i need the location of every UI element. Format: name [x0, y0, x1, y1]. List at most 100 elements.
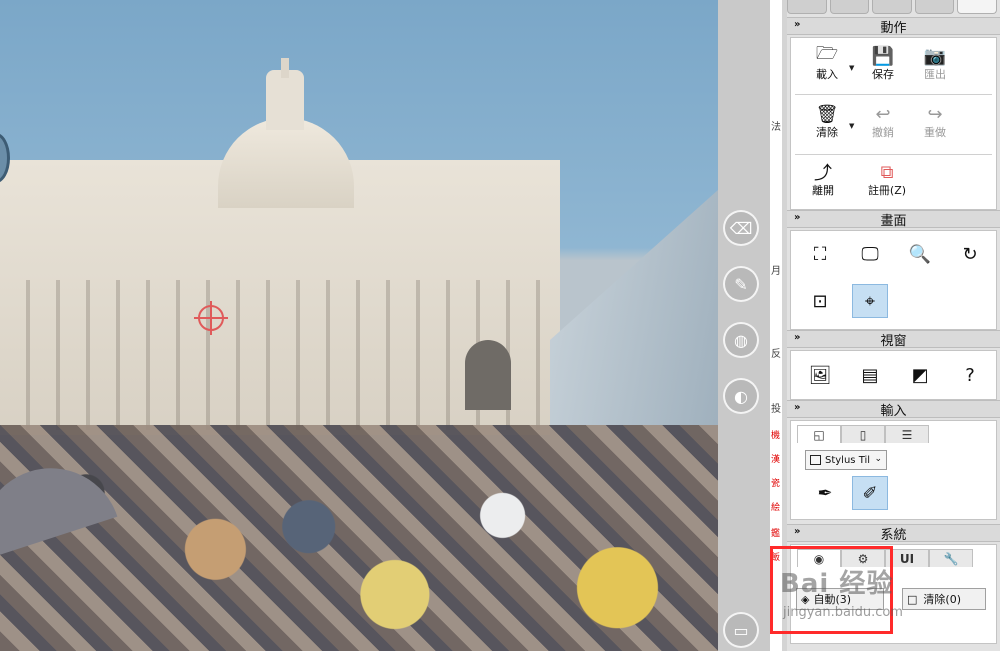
register-label: 註冊(Z)	[867, 184, 907, 197]
undo-label: 撤銷	[872, 126, 894, 139]
crosshair-cursor-icon	[194, 301, 228, 335]
top-tab[interactable]	[787, 0, 827, 14]
top-tab[interactable]	[914, 0, 955, 14]
fit-screen-icon[interactable]: ⛶	[802, 237, 838, 271]
clear-button[interactable]: 🗑 清除	[804, 102, 850, 146]
load-button[interactable]: 🗁 載入	[804, 43, 850, 88]
redo-label: 重做	[924, 126, 946, 139]
redo-arrow-icon: ↪	[927, 103, 943, 125]
clear-label: 清除	[816, 126, 838, 139]
window-section: 🖼 ▤ ◩ ?	[790, 350, 997, 400]
magnifier-icon[interactable]: 🔍	[902, 237, 938, 271]
canvas-tool-strip: ⌫ ✎ ◍ ◐ ▭	[718, 0, 770, 651]
side-red-char: 鑑	[771, 529, 781, 539]
frame-tool-icon[interactable]: ▭	[723, 612, 759, 648]
section-title: 視窗	[880, 333, 907, 349]
arch-doorway	[465, 340, 511, 410]
rotate-icon[interactable]: ↻	[952, 237, 988, 271]
pen-tilt-icon[interactable]: ✐	[852, 476, 888, 510]
section-header-system[interactable]: » 系統	[787, 524, 1000, 543]
tab-list[interactable]: ☰	[885, 425, 929, 443]
actions-section: 🗁 載入 ▼ 💾 保存 📷 匯出 🗑 清除 ▼ ↩ 撤銷 ↪ 重做 ⤴ 離開 ⧉…	[790, 37, 997, 210]
photo-canvas[interactable]	[0, 0, 718, 651]
pen-tip-icon[interactable]: ✒	[807, 476, 843, 510]
collapse-chevron-icon[interactable]: »	[794, 212, 800, 223]
save-button[interactable]: 💾 保存	[860, 44, 906, 88]
section-title: 輸入	[880, 403, 907, 419]
side-red-char: 飯	[771, 553, 781, 563]
collapse-chevron-icon[interactable]: »	[794, 332, 800, 343]
section-header-actions[interactable]: » 動作	[787, 17, 1000, 36]
clear-dropdown-icon[interactable]: ▼	[849, 122, 854, 130]
tablet-icon: ◱	[813, 427, 825, 442]
section-title: 系統	[880, 527, 907, 543]
section-header-window[interactable]: » 視窗	[787, 330, 1000, 349]
section-header-screen[interactable]: » 畫面	[787, 210, 1000, 229]
system-clear-button[interactable]: □ 清除(0)	[902, 588, 986, 610]
control-panel: » 動作 🗁 載入 ▼ 💾 保存 📷 匯出 🗑 清除 ▼ ↩ 撤銷 ↪ 重做 ⤴…	[787, 0, 1000, 651]
wrench-icon: 🔧	[943, 551, 959, 566]
background-text-strip: 法 月 反 投 機 漢 瓷 絵 鑑 飯	[770, 0, 782, 651]
dome-lantern	[266, 70, 304, 130]
top-tab-active[interactable]	[957, 0, 997, 14]
system-clear-label: 清除(0)	[923, 593, 961, 606]
info-panel-icon[interactable]: ▤	[852, 358, 888, 392]
brush-tool-icon[interactable]: ✎	[723, 266, 759, 302]
input-tabs: ◱ ▯ ☰	[797, 425, 929, 443]
layers-icon: ◈	[801, 592, 810, 606]
screen-section: ⛶ 🖵 🔍 ↻ ⊡ ⌖	[790, 230, 997, 330]
tab-tools[interactable]: 🔧	[929, 549, 973, 567]
top-tab[interactable]	[829, 0, 870, 14]
tab-settings[interactable]: ⚙	[841, 549, 885, 567]
redo-button[interactable]: ↪ 重做	[912, 102, 958, 146]
exit-label: 離開	[812, 184, 834, 197]
tab-tablet[interactable]: ◱	[797, 425, 841, 443]
center-dot-icon[interactable]: ⊡	[802, 284, 838, 318]
auto-label: 自動(3)	[813, 593, 852, 606]
top-tab[interactable]	[872, 0, 912, 14]
collapse-chevron-icon[interactable]: »	[794, 402, 800, 413]
tab-ui[interactable]: UI	[885, 549, 929, 567]
gear-icon: ⚙	[857, 551, 869, 566]
section-header-input[interactable]: » 輸入	[787, 400, 1000, 419]
collapse-chevron-icon[interactable]: »	[794, 19, 800, 30]
image-view-icon[interactable]: 🖼	[802, 358, 838, 392]
trash-icon: 🗑	[815, 103, 839, 125]
hand-tool-icon[interactable]: ◐	[723, 378, 759, 414]
side-red-char: 漢	[771, 455, 781, 465]
gradient-icon[interactable]: ◩	[902, 358, 938, 392]
basilica-dome	[218, 118, 354, 208]
monitor-icon[interactable]: 🖵	[852, 237, 888, 271]
tablet-icon	[810, 455, 821, 465]
help-icon[interactable]: ?	[952, 358, 988, 392]
folder-open-icon: 🗁	[815, 43, 839, 64]
register-button[interactable]: ⧉ 註冊(Z)	[857, 160, 917, 204]
exit-icon: ⤴	[814, 163, 832, 184]
dome-cross	[281, 58, 289, 78]
undo-arrow-icon: ↩	[875, 103, 891, 125]
tab-general[interactable]: ◉	[797, 549, 841, 567]
target-crosshair-icon[interactable]: ⌖	[852, 284, 888, 318]
floppy-disk-icon: 💾	[871, 45, 895, 67]
divider	[795, 154, 992, 155]
collapse-chevron-icon[interactable]: »	[794, 526, 800, 537]
export-button[interactable]: 📷 匯出	[912, 44, 958, 88]
panel-top-tabs	[787, 0, 1000, 14]
stylus-select[interactable]: Stylus Til ⌄	[805, 450, 887, 470]
exit-button[interactable]: ⤴ 離開	[800, 160, 846, 204]
undo-button[interactable]: ↩ 撤銷	[860, 102, 906, 146]
load-dropdown-icon[interactable]: ▼	[849, 64, 854, 72]
load-label: 載入	[816, 68, 838, 81]
tab-device[interactable]: ▯	[841, 425, 885, 443]
side-red-char: 絵	[771, 503, 781, 513]
side-char: 投	[771, 404, 781, 415]
eraser-tool-icon[interactable]: ⌫	[723, 210, 759, 246]
globe-icon: ◉	[813, 551, 825, 566]
side-red-char: 瓷	[771, 479, 781, 489]
auto-button[interactable]: ◈ 自動(3)	[796, 588, 884, 610]
system-tabs: ◉ ⚙ UI 🔧	[797, 549, 973, 567]
side-char: 法	[771, 122, 781, 133]
section-title: 畫面	[880, 213, 907, 229]
side-char: 月	[771, 266, 781, 277]
layer-tool-icon[interactable]: ◍	[723, 322, 759, 358]
